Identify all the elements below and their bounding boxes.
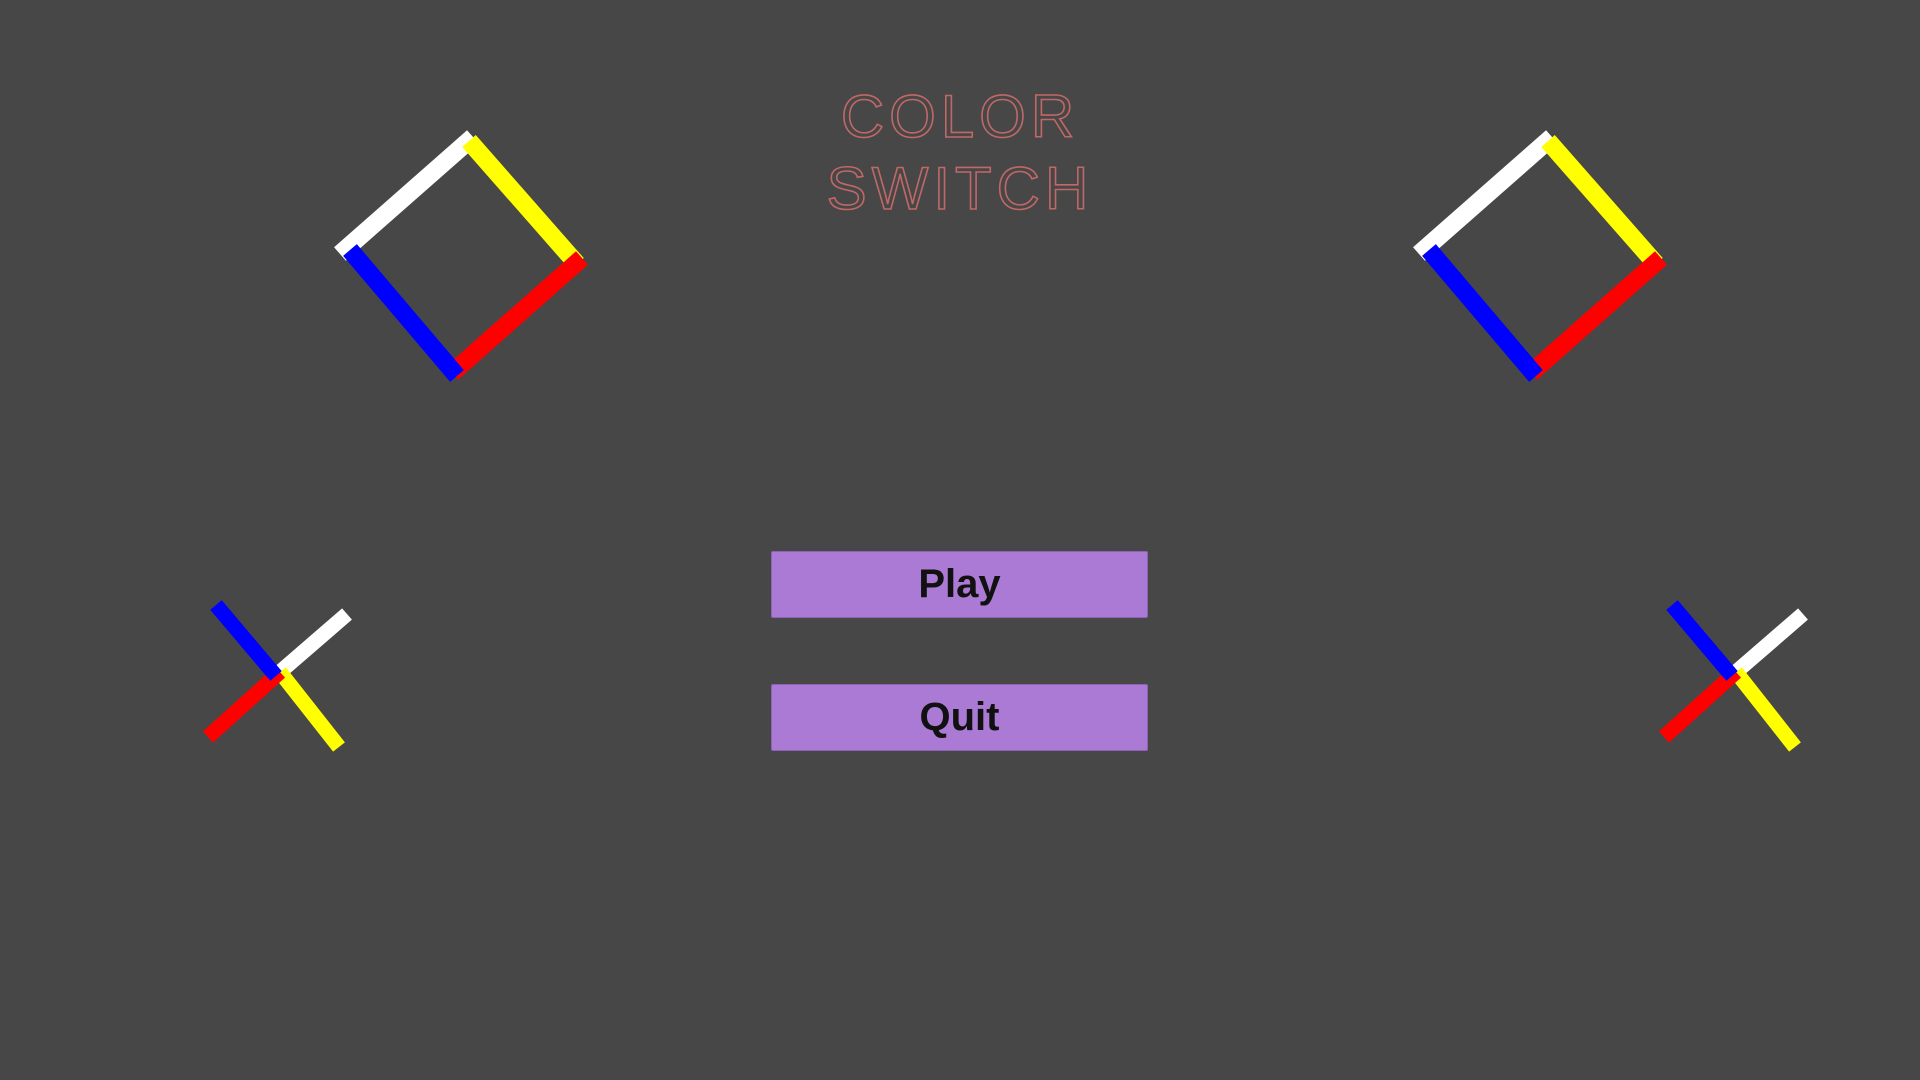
quit-button[interactable]: Quit bbox=[771, 684, 1148, 751]
cross-obstacle-left bbox=[202, 600, 352, 752]
cross-left-red-arm bbox=[202, 666, 286, 743]
cross-right-white-arm bbox=[1731, 608, 1808, 678]
square-left-white-bar bbox=[334, 130, 479, 261]
square-left-red-bar bbox=[446, 251, 588, 380]
square-right-red-bar bbox=[1525, 251, 1667, 380]
cross-right-yellow-arm bbox=[1730, 667, 1801, 752]
square-left-yellow-bar bbox=[462, 135, 584, 270]
square-left-blue-bar bbox=[343, 244, 464, 382]
square-right-white-bar bbox=[1413, 130, 1558, 261]
play-button-label: Play bbox=[918, 562, 1001, 606]
cross-left-white-arm bbox=[275, 608, 352, 678]
main-menu-screen: COLOR SWITCH Play Quit bbox=[0, 0, 1920, 1080]
cross-right-red-arm bbox=[1658, 666, 1742, 743]
cross-left-blue-arm bbox=[210, 600, 282, 681]
cross-left-yellow-arm bbox=[274, 667, 345, 752]
square-obstacle-left bbox=[334, 130, 588, 382]
game-title-line-1: COLOR bbox=[840, 83, 1080, 150]
square-obstacle-right bbox=[1413, 130, 1667, 382]
square-right-blue-bar bbox=[1422, 244, 1543, 382]
game-title-line-2: SWITCH bbox=[826, 155, 1094, 222]
quit-button-label: Quit bbox=[919, 695, 1000, 739]
cross-obstacle-right bbox=[1658, 600, 1808, 752]
square-right-yellow-bar bbox=[1541, 135, 1663, 270]
cross-right-blue-arm bbox=[1666, 600, 1738, 681]
play-button[interactable]: Play bbox=[771, 551, 1148, 618]
